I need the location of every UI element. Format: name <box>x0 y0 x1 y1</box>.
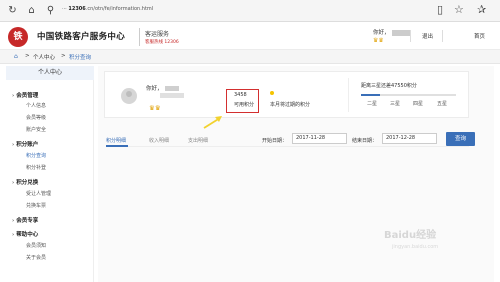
tab-income-detail[interactable]: 收入明细 <box>149 137 169 144</box>
logout-link[interactable]: 退出 <box>422 32 433 40</box>
end-date-input[interactable]: 2017-12-28 <box>382 133 437 144</box>
sidebar-section-help-center[interactable]: 帮助中心 <box>12 230 38 238</box>
lock-icon: ⚲ <box>46 5 55 16</box>
sidebar-item-member-level[interactable]: 会员等级 <box>26 114 46 121</box>
sidebar-section-points-account[interactable]: 积分账户 <box>12 140 38 148</box>
member-badge-icon: ♛♛ <box>149 104 161 112</box>
level-progress-bar <box>361 94 456 96</box>
favorites-icon[interactable]: ✰ <box>477 3 486 16</box>
watermark: Baidu经验 <box>384 230 437 241</box>
redacted-username <box>391 29 410 36</box>
sidebar-section-points-redeem[interactable]: 积分兑换 <box>12 178 38 186</box>
breadcrumb-separator: > <box>61 53 66 59</box>
sidebar-item-member-notice[interactable]: 会员须知 <box>26 242 46 249</box>
home-icon[interactable]: ⌂ <box>25 4 38 17</box>
hotline: 客服热线 12306 <box>145 40 179 45</box>
card-greeting: 你好， <box>146 84 179 92</box>
level-label: 四星 <box>413 101 424 107</box>
sidebar-section-member[interactable]: 会员管理 <box>12 91 38 99</box>
reload-icon[interactable]: ↻ <box>6 4 19 17</box>
home-icon[interactable]: ⌂ <box>14 53 18 60</box>
level-label: 五星 <box>437 101 448 107</box>
available-points-value: 3458 <box>234 92 247 98</box>
tab-points-detail[interactable]: 积分明细 <box>106 137 126 144</box>
expiring-points-label: 本月将过期的积分 <box>270 102 311 108</box>
card-divider <box>348 78 349 112</box>
redacted-info <box>160 93 184 98</box>
sidebar-item-about-member[interactable]: 关于会员 <box>26 254 46 261</box>
level-label: 三星 <box>390 101 401 107</box>
end-date-label: 结束日期： <box>352 138 378 144</box>
tab-active-indicator <box>106 145 128 147</box>
star-icon[interactable]: ☆ <box>454 3 464 16</box>
sidebar-item-account-security[interactable]: 账户安全 <box>26 126 46 133</box>
level-progress-title: 距离三星还差47550积分 <box>361 83 417 89</box>
browser-address-bar: ↻ ⌂ ⚲ ··· 12306.cn/otn/fe/information.ht… <box>0 0 500 22</box>
sidebar-item-points-query[interactable]: 积分查询 <box>26 152 46 159</box>
header-divider <box>410 30 411 42</box>
sidebar-section-member-exclusive[interactable]: 会员专享 <box>12 216 38 224</box>
level-progress-fill <box>361 94 380 96</box>
breadcrumb-separator: > <box>25 53 30 59</box>
level-label: 二星 <box>367 101 378 107</box>
site-name: 中国铁路客户服务中心 <box>37 32 126 42</box>
railway-logo-icon[interactable]: 铁 <box>8 27 28 47</box>
member-badge-icon: ♛♛ <box>373 37 384 44</box>
sidebar: 个人中心 会员管理 个人信息 会员等级 账户安全 积分账户 积分查询 积分补登 … <box>6 66 94 282</box>
available-points-label: 可用积分 <box>234 102 255 108</box>
expiring-dot-icon <box>270 91 274 95</box>
query-button[interactable]: 查询 <box>446 132 475 146</box>
tab-underline-track <box>106 146 469 147</box>
avatar <box>121 88 137 104</box>
sidebar-item-redeem-tickets[interactable]: 兑换车票 <box>26 202 46 209</box>
watermark-url: jingyan.baidu.com <box>392 244 439 250</box>
sidebar-item-assignee-management[interactable]: 受让人管理 <box>26 190 51 197</box>
sidebar-item-points-supplement[interactable]: 积分补登 <box>26 164 46 171</box>
tab-expense-detail[interactable]: 支出明细 <box>188 137 208 144</box>
breadcrumb-personal-center[interactable]: 个人中心 <box>33 53 55 61</box>
breadcrumb: ⌂ > 个人中心 > 积分查询 <box>0 50 500 64</box>
home-link[interactable]: 首页 <box>474 32 485 40</box>
user-greeting: 你好， <box>373 28 410 36</box>
start-date-input[interactable]: 2017-11-28 <box>292 133 347 144</box>
url-field[interactable]: ··· 12306.cn/otn/fe/information.html <box>62 6 153 12</box>
start-date-label: 开始日期： <box>262 138 288 144</box>
sidebar-title: 个人中心 <box>6 66 94 80</box>
redacted-username <box>164 86 179 91</box>
header-divider <box>442 30 443 42</box>
reader-icon[interactable]: ▯ <box>437 3 443 16</box>
breadcrumb-current: 积分查询 <box>69 55 92 61</box>
annotation-arrow-icon <box>203 116 222 129</box>
header-divider <box>139 28 140 46</box>
service-title: 客运服务 <box>145 31 170 38</box>
sidebar-item-personal-info[interactable]: 个人信息 <box>26 102 46 109</box>
